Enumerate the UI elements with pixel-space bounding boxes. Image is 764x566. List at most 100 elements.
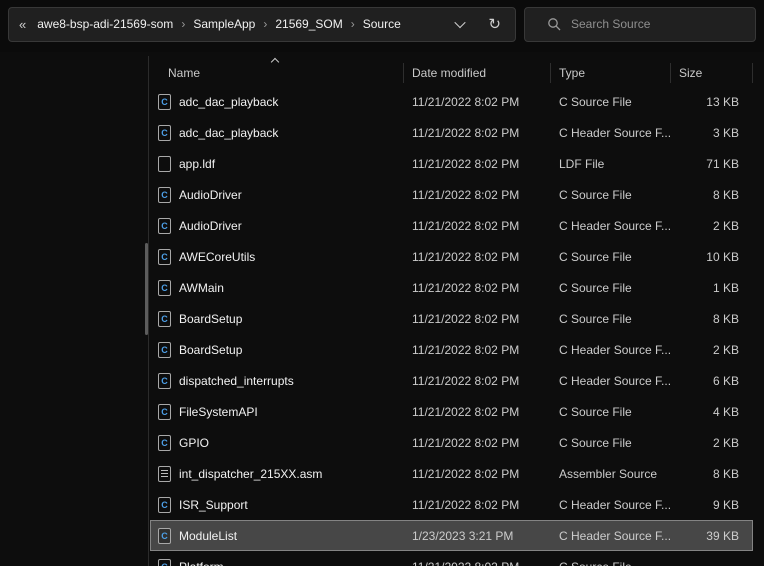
table-row[interactable]: CAWECoreUtils11/21/2022 8:02 PMC Source … [150, 241, 753, 272]
column-header-date-modified[interactable]: Date modified [404, 63, 551, 83]
file-name-cell: CAudioDriver [150, 187, 404, 203]
column-headers: NameDate modifiedTypeSize [150, 62, 753, 84]
breadcrumb-overflow-icon[interactable]: « [19, 17, 26, 32]
file-name: AWMain [179, 281, 224, 295]
file-name: dispatched_interrupts [179, 374, 294, 388]
file-type: Assembler Source [551, 467, 671, 481]
c-file-icon: C [158, 249, 171, 265]
search-icon [547, 17, 561, 31]
file-type: C Header Source F... [551, 498, 671, 512]
file-date: 11/21/2022 8:02 PM [404, 467, 551, 481]
table-row[interactable]: Cadc_dac_playback11/21/2022 8:02 PMC Sou… [150, 86, 753, 117]
file-name: Platform [179, 560, 224, 566]
file-name: FileSystemAPI [179, 405, 258, 419]
file-name-cell: CAWMain [150, 280, 404, 296]
file-type: C Source File [551, 95, 671, 109]
file-date: 11/21/2022 8:02 PM [404, 157, 551, 171]
breadcrumb: awe8-bsp-adi-21569-som›SampleApp›21569_S… [30, 17, 408, 31]
search-input[interactable] [571, 17, 743, 31]
file-name: AudioDriver [179, 188, 242, 202]
file-date: 11/21/2022 8:02 PM [404, 312, 551, 326]
c-file-icon: C [158, 125, 171, 141]
file-type: C Source File [551, 188, 671, 202]
address-dropdown-icon[interactable] [455, 17, 466, 28]
file-name-cell: CAWECoreUtils [150, 249, 404, 265]
file-name-cell: CISR_Support [150, 497, 404, 513]
file-name-cell: CBoardSetup [150, 311, 404, 327]
file-date: 11/21/2022 8:02 PM [404, 343, 551, 357]
file-name: adc_dac_playback [179, 95, 278, 109]
file-size: 39 KB [671, 529, 753, 543]
file-name: app.ldf [179, 157, 215, 171]
breadcrumb-item[interactable]: awe8-bsp-adi-21569-som [30, 17, 180, 31]
c-file-icon: C [158, 373, 171, 389]
file-date: 11/21/2022 8:02 PM [404, 126, 551, 140]
file-name: BoardSetup [179, 343, 242, 357]
file-size: 6 KB [671, 374, 753, 388]
c-file-icon: C [158, 342, 171, 358]
table-row[interactable]: CPlatform11/21/2022 8:02 PMC Source File [150, 551, 753, 566]
nav-pane-scrollbar-thumb[interactable] [145, 243, 148, 335]
file-size: 8 KB [671, 467, 753, 481]
address-bar[interactable]: « awe8-bsp-adi-21569-som›SampleApp›21569… [8, 7, 516, 42]
file-type: C Source File [551, 560, 671, 566]
table-row[interactable]: CFileSystemAPI11/21/2022 8:02 PMC Source… [150, 396, 753, 427]
file-name: BoardSetup [179, 312, 242, 326]
breadcrumb-item[interactable]: Source [356, 17, 408, 31]
file-type: C Header Source F... [551, 219, 671, 233]
column-header-size[interactable]: Size [671, 63, 753, 83]
table-row[interactable]: Cdispatched_interrupts11/21/2022 8:02 PM… [150, 365, 753, 396]
table-row[interactable]: CAWMain11/21/2022 8:02 PMC Source File1 … [150, 272, 753, 303]
refresh-icon[interactable]: ↻ [488, 17, 501, 32]
column-header-type[interactable]: Type [551, 63, 671, 83]
table-row[interactable]: CBoardSetup11/21/2022 8:02 PMC Source Fi… [150, 303, 753, 334]
pane-divider [148, 56, 149, 566]
address-bar-actions: ↻ [456, 17, 505, 32]
table-row[interactable]: C AudioDriver 11/21/2022 8:02 PMC Header S… [150, 210, 753, 241]
file-name: ModuleList [179, 529, 237, 543]
file-type: C Source File [551, 250, 671, 264]
file-type: C Source File [551, 281, 671, 295]
file-type: LDF File [551, 157, 671, 171]
table-row[interactable]: int_dispatcher_215XX.asm 11/21/2022 8:02 … [150, 458, 753, 489]
document-icon [158, 156, 171, 172]
table-row[interactable]: Cadc_dac_playback11/21/2022 8:02 PMC Hea… [150, 117, 753, 148]
file-name-cell: C FileSystemAPI [150, 404, 404, 420]
file-date: 11/21/2022 8:02 PM [404, 405, 551, 419]
c-file-icon: C [158, 218, 171, 234]
file-type: C Header Source F... [551, 374, 671, 388]
table-row[interactable]: CBoardSetup11/21/2022 8:02 PMC Header So… [150, 334, 753, 365]
file-name: AudioDriver [179, 219, 242, 233]
file-size: 2 KB [671, 343, 753, 357]
table-row[interactable]: app.ldf 11/21/2022 8:02 PMLDF File71 KB [150, 148, 753, 179]
search-box[interactable] [524, 7, 756, 42]
file-size: 1 KB [671, 281, 753, 295]
file-name-cell: app.ldf [150, 156, 404, 172]
c-file-icon: C [158, 404, 171, 420]
file-name-cell: CModuleList [150, 528, 404, 544]
c-file-icon: C [158, 435, 171, 451]
file-name-cell: C Platform [150, 559, 404, 566]
column-header-name[interactable]: Name [150, 63, 404, 83]
breadcrumb-item[interactable]: SampleApp [186, 17, 262, 31]
file-size: 4 KB [671, 405, 753, 419]
c-file-icon: C [158, 559, 171, 566]
file-name-cell: CGPIO [150, 435, 404, 451]
file-type: C Source File [551, 312, 671, 326]
file-size: 2 KB [671, 219, 753, 233]
table-row[interactable]: CISR_Support11/21/2022 8:02 PMC Header S… [150, 489, 753, 520]
file-size: 71 KB [671, 157, 753, 171]
table-row[interactable]: CAudioDriver11/21/2022 8:02 PMC Source F… [150, 179, 753, 210]
breadcrumb-item[interactable]: 21569_SOM [268, 17, 349, 31]
file-name: adc_dac_playback [179, 126, 278, 140]
file-name-cell: Cadc_dac_playback [150, 94, 404, 110]
file-size: 10 KB [671, 250, 753, 264]
table-row[interactable]: CGPIO11/21/2022 8:02 PMC Source File2 KB [150, 427, 753, 458]
file-date: 11/21/2022 8:02 PM [404, 219, 551, 233]
file-list: Cadc_dac_playback11/21/2022 8:02 PMC Sou… [150, 86, 753, 566]
toolbar: « awe8-bsp-adi-21569-som›SampleApp›21569… [0, 0, 764, 52]
table-row[interactable]: CModuleList1/23/2023 3:21 PMC Header Sou… [150, 520, 753, 551]
file-size: 9 KB [671, 498, 753, 512]
c-file-icon: C [158, 94, 171, 110]
file-name: int_dispatcher_215XX.asm [179, 467, 322, 481]
